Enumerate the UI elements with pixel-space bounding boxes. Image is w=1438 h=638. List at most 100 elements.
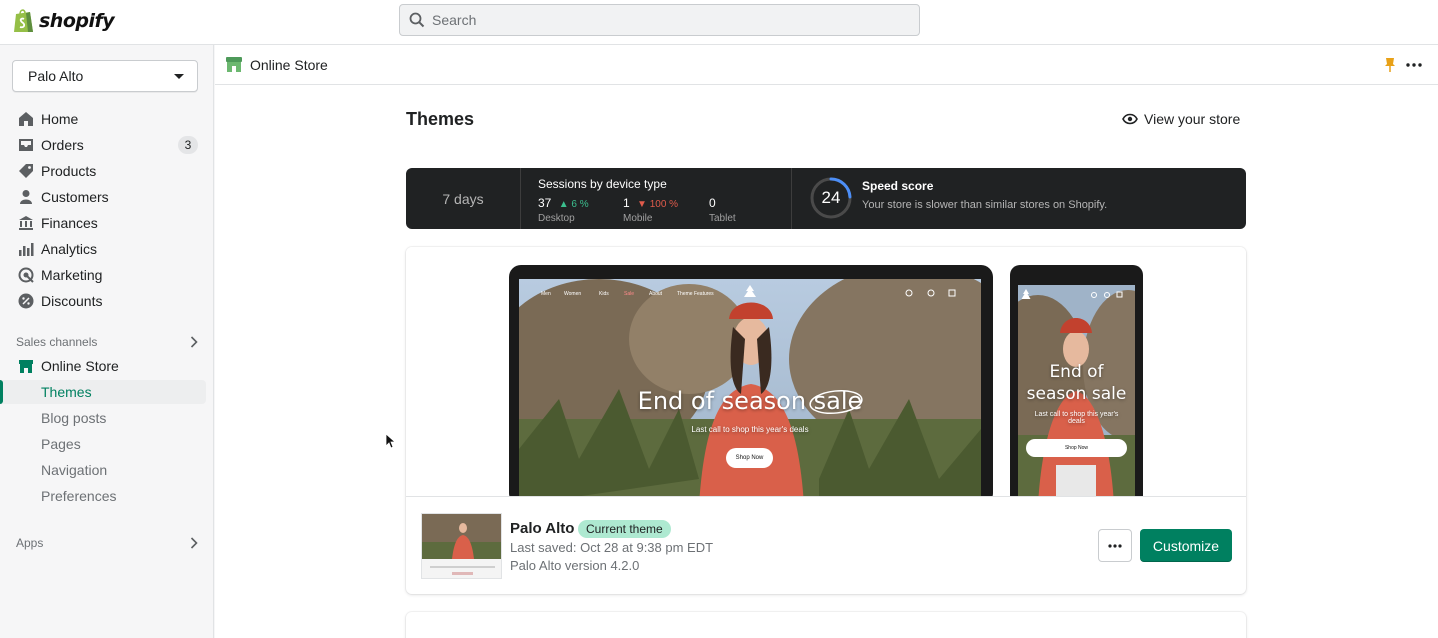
sidebar-item-marketing[interactable]: Marketing <box>0 263 206 287</box>
mobile-shop-now-button: Shop Now <box>1026 439 1127 457</box>
preview-subline: Last call to shop this year's deals <box>691 425 809 434</box>
sidebar-item-label: Home <box>41 111 79 127</box>
bank-icon <box>19 216 33 230</box>
sales-channels-header[interactable]: Sales channels <box>16 335 198 349</box>
mobile-subline: Last call to shop this year's deals <box>1034 411 1119 425</box>
preview-nav-women: Women <box>564 291 581 297</box>
preview-shop-now-button: Shop Now <box>726 448 773 468</box>
sidebar-item-discounts[interactable]: Discounts <box>0 289 206 313</box>
speed-score-description: Your store is slower than similar stores… <box>862 199 1108 211</box>
theme-preview: Men Women Kids Sale About Theme Features… <box>406 247 1246 497</box>
bar-chart-icon <box>19 243 34 256</box>
top-bar: shopify <box>0 0 1438 45</box>
sidebar-item-customers[interactable]: Customers <box>0 185 206 209</box>
store-name: Palo Alto <box>28 68 84 84</box>
speed-score-title: Speed score <box>862 179 934 193</box>
search-input[interactable] <box>432 12 872 28</box>
sidebar-subitem-pages[interactable]: Pages <box>0 432 206 456</box>
desktop-change-value: 6 % <box>571 199 589 210</box>
device-desktop: 37 ▲ 6 % Desktop <box>538 196 589 224</box>
stats-bar: 7 days Sessions by device type 37 ▲ 6 % … <box>406 168 1246 229</box>
sidebar-item-label: Products <box>41 163 97 179</box>
preview-nav-kids: Kids <box>599 291 609 297</box>
sidebar-item-label: Marketing <box>41 267 103 283</box>
store-icon <box>19 360 33 373</box>
tablet-label: Tablet <box>709 213 736 224</box>
view-store-label: View your store <box>1144 111 1241 127</box>
sessions-panel[interactable]: Sessions by device type 37 ▲ 6 % Desktop… <box>522 168 792 229</box>
current-theme-card: Men Women Kids Sale About Theme Features… <box>406 247 1246 594</box>
search-bar[interactable] <box>399 4 920 36</box>
theme-library-card <box>406 612 1246 638</box>
preview-nav-sale: Sale <box>624 291 634 297</box>
desktop-change: ▲ 6 % <box>558 199 589 210</box>
sidebar-subitem-themes[interactable]: Themes <box>0 380 206 404</box>
theme-name: Palo Alto <box>510 520 575 537</box>
more-horizontal-icon <box>1108 543 1122 548</box>
theme-version: Palo Alto version 4.2.0 <box>510 558 640 573</box>
shopify-bag-icon <box>14 9 33 32</box>
tag-icon <box>19 164 33 178</box>
sidebar-item-orders[interactable]: Orders 3 <box>0 133 206 157</box>
mouse-cursor-icon <box>385 433 395 449</box>
mobile-label: Mobile <box>623 213 653 224</box>
home-icon <box>19 112 33 126</box>
online-store-icon <box>226 57 242 72</box>
store-selector[interactable]: Palo Alto <box>12 60 198 92</box>
mobile-preview-screen: End of season sale Last call to shop thi… <box>1018 285 1135 496</box>
desktop-preview-screen: Men Women Kids Sale About Theme Features… <box>519 279 981 496</box>
theme-last-saved: Last saved: Oct 28 at 9:38 pm EDT <box>510 540 714 555</box>
preview-nav-about: About <box>649 291 663 297</box>
apps-header[interactable]: Apps <box>16 536 198 550</box>
sidebar-subitem-blog-posts[interactable]: Blog posts <box>0 406 206 430</box>
sidebar-item-label: Finances <box>41 215 98 231</box>
tablet-value: 0 <box>709 196 716 210</box>
device-mobile: 1 ▼ 100 % Mobile <box>623 196 679 224</box>
target-icon <box>18 267 34 283</box>
sessions-title: Sessions by device type <box>538 177 667 191</box>
sales-channels-label: Sales channels <box>16 335 98 349</box>
theme-actions-button[interactable] <box>1098 529 1132 562</box>
mobile-preview: End of season sale Last call to shop thi… <box>1010 265 1143 496</box>
desktop-label: Desktop <box>538 213 575 224</box>
sidebar-subitem-preferences[interactable]: Preferences <box>0 484 206 508</box>
sidebar-item-label: Discounts <box>41 293 103 309</box>
mobile-change-value: 100 % <box>649 199 679 210</box>
period-selector[interactable]: 7 days <box>406 168 521 229</box>
sidebar-item-finances[interactable]: Finances <box>0 211 206 235</box>
sidebar-item-online-store[interactable]: Online Store <box>0 354 206 378</box>
theme-thumbnail <box>421 513 502 579</box>
apps-label: Apps <box>16 536 44 550</box>
view-store-link[interactable]: View your store <box>1122 111 1240 127</box>
mobile-value: 1 <box>623 196 630 210</box>
preview-nav-features: Theme Features <box>677 291 714 297</box>
sidebar-item-analytics[interactable]: Analytics <box>0 237 206 261</box>
sidebar-item-label: Analytics <box>41 241 98 257</box>
sidebar-item-label: Orders <box>41 137 84 153</box>
more-options-icon[interactable] <box>1406 63 1422 67</box>
sidebar-item-products[interactable]: Products <box>0 159 206 183</box>
sidebar-item-home[interactable]: Home <box>0 107 206 131</box>
desktop-value: 37 <box>538 196 552 210</box>
brand-name: shopify <box>39 10 115 32</box>
desktop-preview: Men Women Kids Sale About Theme Features… <box>509 265 993 496</box>
context-bar: Online Store <box>215 45 1438 85</box>
discount-icon <box>18 293 34 309</box>
preview-nav-men: Men <box>541 291 551 297</box>
shopify-logo[interactable]: shopify <box>12 8 115 34</box>
pin-icon[interactable] <box>1384 57 1396 73</box>
orders-icon <box>19 139 33 151</box>
sidebar-item-label: Customers <box>41 189 109 205</box>
sidebar-item-label: Online Store <box>41 358 119 374</box>
speed-score-value[interactable]: 24 <box>809 176 853 220</box>
sidebar-subitem-navigation[interactable]: Navigation <box>0 458 206 482</box>
chevron-right-icon <box>190 336 198 348</box>
eye-icon <box>1122 113 1138 125</box>
page-title: Themes <box>406 109 475 129</box>
mobile-headline: End of season sale <box>1018 361 1135 405</box>
customize-button[interactable]: Customize <box>1140 529 1232 562</box>
mobile-headline-line1: End of <box>1049 362 1104 382</box>
search-icon <box>409 12 425 28</box>
chevron-right-icon <box>190 537 198 549</box>
sale-circle-icon <box>809 389 863 415</box>
